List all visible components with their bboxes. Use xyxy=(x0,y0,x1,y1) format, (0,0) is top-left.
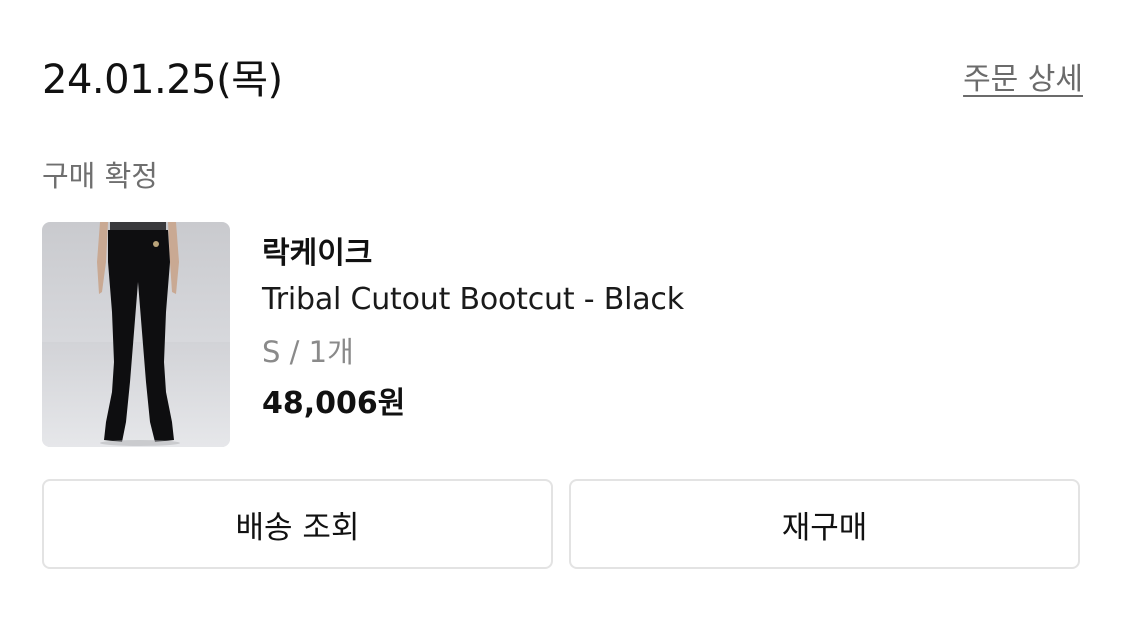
product-price: 48,006원 xyxy=(262,386,406,421)
reorder-button[interactable]: 재구매 xyxy=(569,479,1080,569)
order-detail-link[interactable]: 주문 상세 xyxy=(963,60,1083,100)
product-info: 락케이크 Tribal Cutout Bootcut - Black S / 1… xyxy=(262,234,684,424)
track-shipment-button[interactable]: 배송 조회 xyxy=(42,479,553,569)
order-status: 구매 확정 xyxy=(42,159,158,193)
product-option: S / 1개 xyxy=(262,335,354,369)
product-name: Tribal Cutout Bootcut - Black xyxy=(262,282,684,317)
order-header: 24.01.25(목) 주문 상세 xyxy=(42,52,1083,112)
product-card[interactable]: 락케이크 Tribal Cutout Bootcut - Black S / 1… xyxy=(42,222,1083,447)
product-thumbnail[interactable] xyxy=(42,222,230,447)
product-image xyxy=(42,222,230,447)
product-brand: 락케이크 xyxy=(262,236,373,271)
order-date: 24.01.25(목) xyxy=(42,57,283,103)
